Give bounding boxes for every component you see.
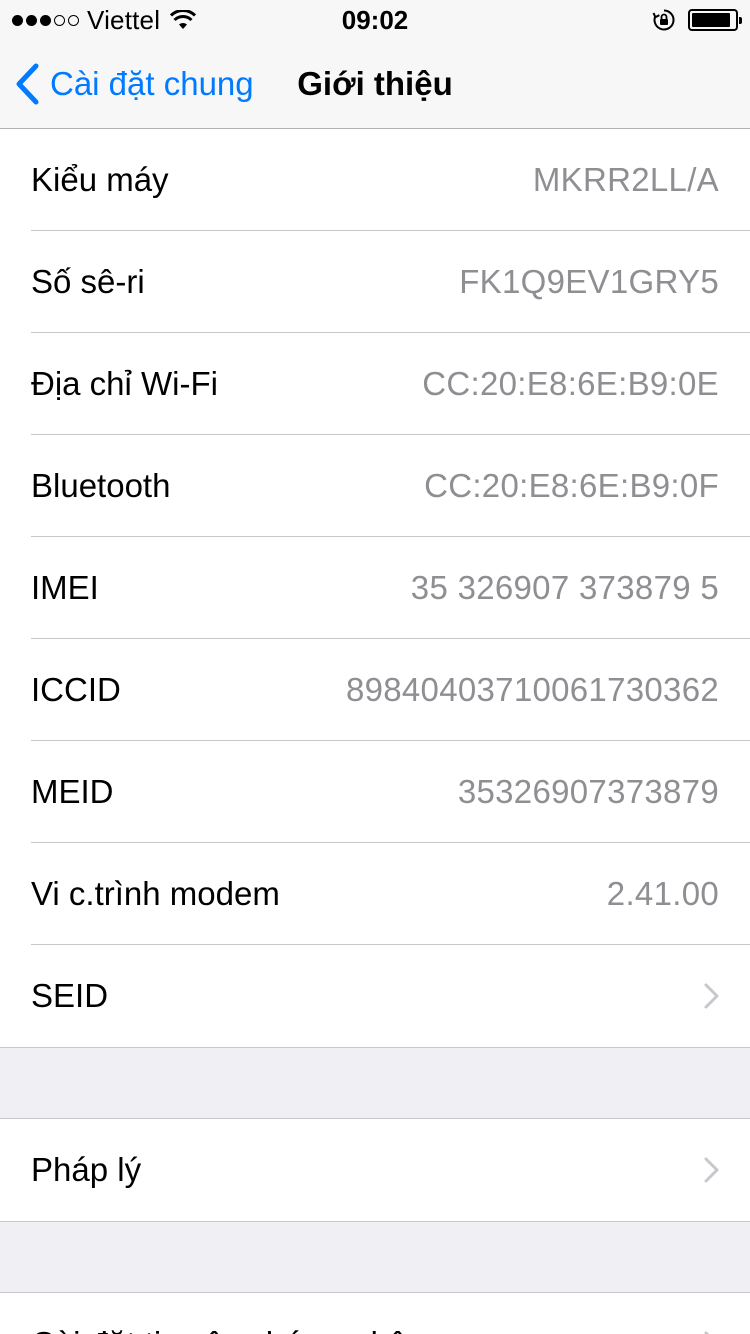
row-label: Kiểu máy	[31, 161, 169, 198]
row-value: MKRR2LL/A	[532, 161, 719, 198]
info-row-modem-firmware: Vi c.trình modem 2.41.00	[0, 843, 750, 945]
row-label: MEID	[31, 773, 114, 810]
row-label: Bluetooth	[31, 467, 171, 504]
row-label: ICCID	[31, 671, 121, 708]
about-screen: Viettel 09:02 Cài đặt chung Giới thiệu K…	[0, 0, 750, 1334]
row-label: Pháp lý	[31, 1151, 142, 1188]
row-value: 2.41.00	[606, 875, 719, 912]
info-row-model: Kiểu máy MKRR2LL/A	[0, 129, 750, 231]
chevron-right-icon	[704, 1157, 719, 1183]
info-row-serial: Số sê-ri FK1Q9EV1GRY5	[0, 231, 750, 333]
battery-tip	[739, 17, 742, 24]
navigation-bar: Cài đặt chung Giới thiệu	[0, 40, 750, 129]
info-row-iccid: ICCID 8984040371006173036​2	[0, 639, 750, 741]
status-time: 09:02	[341, 5, 409, 35]
page-title: Giới thiệu	[297, 65, 453, 102]
info-group: Kiểu máy MKRR2LL/A Số sê-ri FK1Q9EV1GRY5…	[0, 129, 750, 1048]
legal-group: Pháp lý	[0, 1118, 750, 1222]
rotation-lock-icon	[652, 9, 675, 31]
content: Kiểu máy MKRR2LL/A Số sê-ri FK1Q9EV1GRY5…	[0, 129, 750, 1334]
row-label: Địa chỉ Wi-Fi	[31, 365, 218, 402]
chevron-right-icon	[704, 983, 719, 1009]
certificate-group: Cài đặt tin cậy chứng nhận	[0, 1292, 750, 1334]
row-label: Cài đặt tin cậy chứng nhận	[31, 1325, 703, 1334]
info-row-seid[interactable]: SEID	[0, 945, 750, 1047]
info-row-wifi-address: Địa chỉ Wi-Fi CC:20:E8:6E:B9:0E	[0, 333, 750, 435]
row-value: CC:20:E8:6E:B9:0F	[424, 467, 719, 504]
row-value: 8984040371006173036​2	[345, 671, 719, 708]
certificate-trust-settings-row[interactable]: Cài đặt tin cậy chứng nhận	[0, 1293, 750, 1334]
row-value: 35326907373879	[457, 773, 719, 810]
row-value: CC:20:E8:6E:B9:0E	[422, 365, 719, 402]
row-label: Vi c.trình modem	[31, 875, 280, 912]
row-label: SEID	[31, 977, 109, 1014]
status-bar: Viettel 09:02	[0, 0, 750, 40]
info-row-imei: IMEI 35 326907 373879 5	[0, 537, 750, 639]
legal-row[interactable]: Pháp lý	[0, 1119, 750, 1221]
chevron-right-icon	[704, 1331, 710, 1334]
battery-fill	[692, 13, 730, 27]
section-spacer	[0, 1222, 750, 1292]
info-row-meid: MEID 35326907373879	[0, 741, 750, 843]
status-right	[652, 6, 742, 34]
row-label: IMEI	[31, 569, 99, 606]
row-label: Số sê-ri	[31, 263, 145, 300]
row-value: 35 326907 373879 5	[410, 569, 719, 606]
row-value: FK1Q9EV1GRY5	[459, 263, 719, 300]
section-spacer	[0, 1048, 750, 1118]
info-row-bluetooth: Bluetooth CC:20:E8:6E:B9:0F	[0, 435, 750, 537]
battery-icon	[688, 9, 742, 31]
